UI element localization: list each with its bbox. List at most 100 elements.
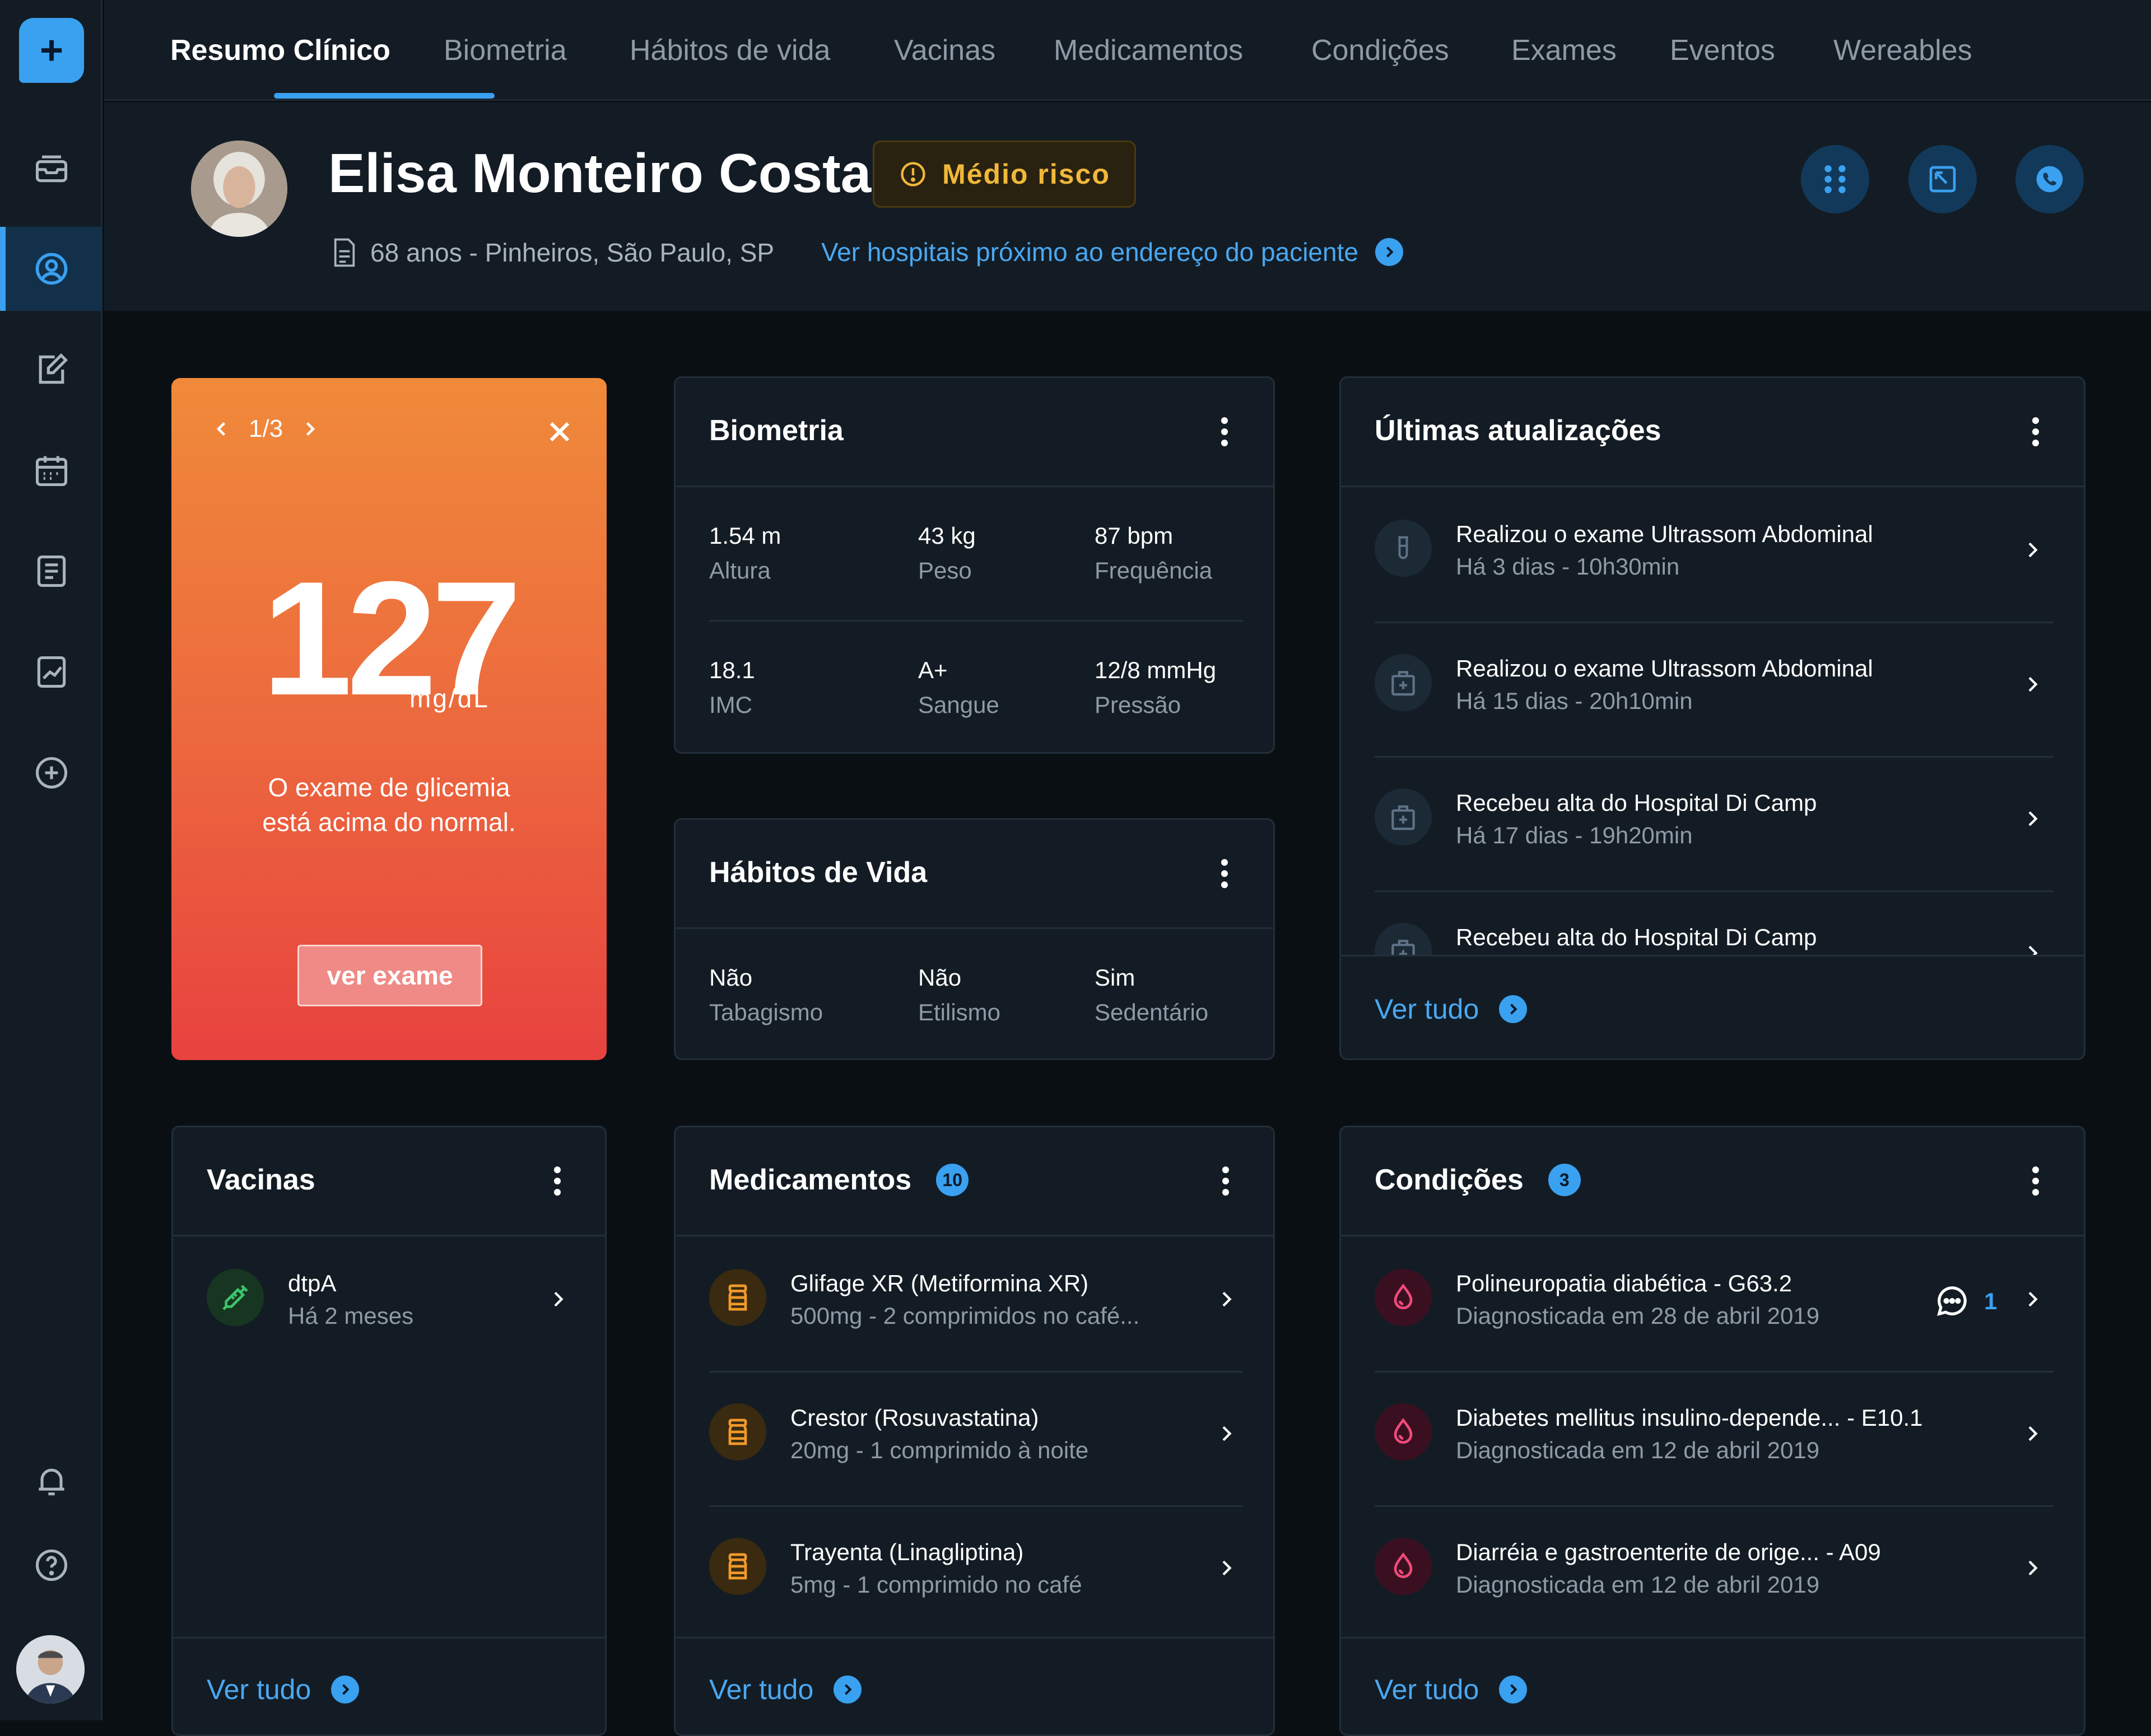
tab-resumo-clinico[interactable]: Resumo Clínico <box>170 34 390 67</box>
divider <box>1341 955 2084 956</box>
vacinas-card: Vacinas dtpA Há 2 meses Ver tudo <box>171 1126 607 1736</box>
list-item[interactable]: dtpA Há 2 meses <box>173 1236 605 1371</box>
blood-drop-icon <box>1375 1269 1432 1326</box>
test-tube-icon <box>1375 520 1432 577</box>
chevron-right-icon <box>1222 1291 1232 1307</box>
chevron-right-icon <box>1375 238 1403 266</box>
apps-grid-button[interactable] <box>1801 145 1869 213</box>
blood-drop-icon <box>1375 1538 1432 1595</box>
tab-condicoes[interactable]: Condições <box>1311 34 1449 67</box>
biometria-card: Biometria 1.54 m Altura 43 kg Peso 87 bpm F… <box>674 376 1275 754</box>
comment-icon[interactable] <box>1935 1284 1970 1318</box>
alert-pager: 1/3 <box>212 415 320 443</box>
sidebar: + <box>0 0 103 1720</box>
vacinas-title: Vacinas <box>207 1164 315 1196</box>
chevron-right-icon <box>331 1676 360 1704</box>
glicemia-value: 127 <box>262 548 522 729</box>
list-item[interactable]: Glifage XR (Metiformina XR) 500mg - 2 co… <box>676 1236 1273 1371</box>
calendar-icon[interactable] <box>0 428 103 512</box>
chevron-right-icon[interactable] <box>300 419 320 439</box>
updates-list: Realizou o exame Ultrassom Abdominal Há … <box>1341 487 2084 955</box>
pill-bottle-icon <box>709 1269 766 1326</box>
ver-exame-button[interactable]: ver exame <box>297 945 482 1006</box>
pill-bottle-icon <box>709 1538 766 1595</box>
risk-label: Médio risco <box>942 158 1110 190</box>
divider <box>1341 1637 2084 1639</box>
chart-icon[interactable] <box>0 630 103 714</box>
biometria-title: Biometria <box>709 414 844 447</box>
more-vertical-icon[interactable] <box>1213 857 1236 890</box>
tab-medicamentos[interactable]: Medicamentos <box>1054 34 1243 67</box>
alert-circle-icon <box>901 162 925 186</box>
list-item[interactable]: Recebeu alta do Hospital Di Camp Há 17 d… <box>1341 756 2084 890</box>
close-icon[interactable] <box>543 415 576 449</box>
medicamentos-card: Medicamentos 10 Glifage XR (Metiformina … <box>674 1126 1275 1736</box>
list-item[interactable]: Realizou o exame Ultrassom Abdominal Há … <box>1341 487 2084 622</box>
app-logo-button[interactable]: + <box>19 18 84 83</box>
ver-tudo-link[interactable]: Ver tudo <box>1375 1673 1528 1706</box>
metric-altura: 1.54 m Altura <box>709 522 781 584</box>
hospitals-link[interactable]: Ver hospitais próximo ao endereço do pac… <box>821 237 1403 267</box>
list-item[interactable]: Diabetes mellitus insulino-depende... - … <box>1341 1371 2084 1505</box>
list-item[interactable]: Polineuropatia diabética - G63.2 Diagnos… <box>1341 1236 2084 1371</box>
ver-tudo-link[interactable]: Ver tudo <box>709 1673 862 1706</box>
alert-message-line-2: está acima do normal. <box>262 808 516 837</box>
tab-eventos[interactable]: Eventos <box>1670 34 1775 67</box>
grid-icon <box>1824 165 1846 193</box>
list-item[interactable]: Crestor (Rosuvastatina) 20mg - 1 comprim… <box>676 1371 1273 1505</box>
hospital-icon <box>1375 654 1432 711</box>
tab-habitos-de-vida[interactable]: Hábitos de vida <box>630 34 830 67</box>
more-vertical-icon[interactable] <box>2024 415 2047 449</box>
updates-title: Últimas atualizações <box>1375 414 1661 447</box>
list-item[interactable]: Trayenta (Linagliptina) 5mg - 1 comprimi… <box>676 1505 1273 1640</box>
list-item[interactable]: Realizou o exame Ultrassom Abdominal Há … <box>1341 622 2084 756</box>
count-badge: 10 <box>936 1164 969 1196</box>
expand-icon <box>1929 166 1956 193</box>
whatsapp-button[interactable] <box>2015 145 2084 213</box>
condicoes-card: Condições 3 Polineuropatia diabética - G… <box>1339 1126 2085 1736</box>
blood-drop-icon <box>1375 1403 1432 1460</box>
alert-message-line-1: O exame de glicemia <box>268 773 510 802</box>
syringe-icon <box>207 1269 264 1326</box>
chevron-right-icon <box>1222 1560 1232 1576</box>
glicemia-alert-card: 1/3 127 mg/dL O exame de glicemia está a… <box>171 378 607 1060</box>
chevron-right-icon <box>1222 1426 1232 1441</box>
ver-tudo-link[interactable]: Ver tudo <box>207 1673 360 1706</box>
metric-sangue: A+ Sangue <box>918 657 999 718</box>
list-item[interactable]: Diarréia e gastroenterite de orige... - … <box>1341 1505 2084 1640</box>
count-badge: 3 <box>1548 1164 1581 1196</box>
patient-avatar <box>191 141 287 237</box>
patient-header: Elisa Monteiro Costa Médio risco 68 anos… <box>104 102 2151 311</box>
pager-label: 1/3 <box>249 415 283 442</box>
more-vertical-icon[interactable] <box>2024 1164 2047 1198</box>
chevron-right-icon <box>1499 995 1528 1023</box>
plus-circle-icon[interactable] <box>0 731 103 815</box>
chevron-right-icon <box>2028 1291 2038 1307</box>
chevron-right-icon <box>2028 811 2038 827</box>
more-vertical-icon[interactable] <box>546 1164 569 1198</box>
tab-wereables[interactable]: Wereables <box>1833 34 1972 67</box>
list-item[interactable]: Recebeu alta do Hospital Di Camp <box>1341 890 2084 955</box>
edit-icon[interactable] <box>0 328 103 412</box>
inbox-icon[interactable] <box>0 126 103 210</box>
help-icon[interactable] <box>0 1523 103 1607</box>
user-circle-icon[interactable] <box>0 227 103 311</box>
chevron-right-icon <box>2028 676 2038 692</box>
chevron-left-icon[interactable] <box>212 419 232 439</box>
medicamentos-title: Medicamentos 10 <box>709 1163 969 1197</box>
hospital-icon <box>1375 923 1432 955</box>
more-vertical-icon[interactable] <box>1213 415 1236 449</box>
bell-icon[interactable] <box>0 1439 103 1523</box>
hospital-icon <box>1375 788 1432 846</box>
tab-vacinas[interactable]: Vacinas <box>894 34 995 67</box>
tab-exames[interactable]: Exames <box>1511 34 1617 67</box>
chevron-right-icon <box>834 1676 862 1704</box>
more-vertical-icon[interactable] <box>1214 1164 1237 1198</box>
user-avatar[interactable] <box>16 1635 85 1704</box>
active-tab-indicator <box>274 93 495 99</box>
tab-biometria[interactable]: Biometria <box>444 34 567 67</box>
document-icon[interactable] <box>0 529 103 613</box>
expand-button[interactable] <box>1908 145 1977 213</box>
patient-name: Elisa Monteiro Costa <box>328 142 872 204</box>
ver-tudo-link[interactable]: Ver tudo <box>1375 993 1528 1025</box>
